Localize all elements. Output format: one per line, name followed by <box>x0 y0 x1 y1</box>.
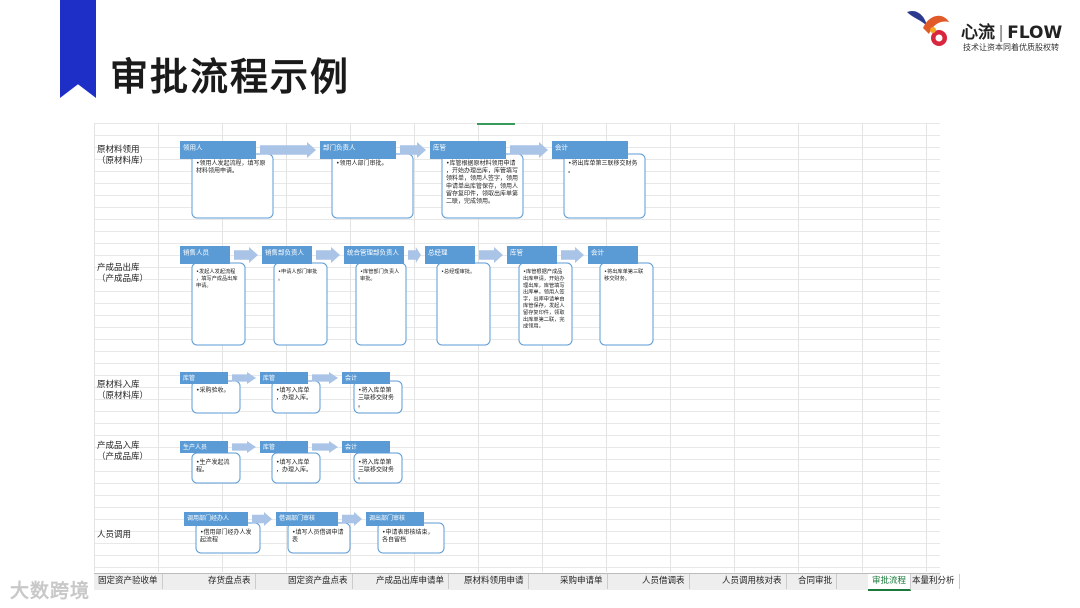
step-desc-line: 字，出库申请单由 <box>523 294 565 302</box>
step-desc-line: 留存复印件，领取 <box>523 308 565 316</box>
step-desc-line: 表 <box>292 536 298 544</box>
logo-tagline: 技术让资本同着优质股权转 <box>963 43 1059 52</box>
step-desc-line: ，办理入库。 <box>276 466 312 474</box>
sheet-tab-bar: 固定资产验收单 存货盘点表 固定资产盘点表 产成品出库申请单 原材料领用申请 采购申请单 人… <box>94 573 960 591</box>
step-desc-line: •填写入库单 <box>276 458 310 466</box>
step-desc-line: 理出库，库管填写 <box>523 281 565 289</box>
sheet-tab[interactable]: 固定资产盘点表 <box>284 574 353 589</box>
step-desc-line: •将入库单第 <box>358 386 392 394</box>
step-desc-box <box>436 262 491 346</box>
step-desc-line: 申请。 <box>196 281 212 289</box>
step-desc-line: •库管根据产成品 <box>523 267 562 275</box>
step-role-label: 生产人员 <box>183 443 207 451</box>
step-desc-line: ，填写产成品出库 <box>196 274 238 282</box>
flow-arrow <box>408 247 421 263</box>
step-role-label: 统合管理部负责人 <box>347 248 400 257</box>
step-desc-line: •将入库单第 <box>358 458 392 466</box>
step-desc-line: 出库单第二联，完 <box>523 315 565 323</box>
step-desc-line: •发起人发起流程 <box>196 267 235 275</box>
step-desc-line: 出库申请，开始办 <box>523 274 565 282</box>
sheet-tab[interactable]: 固定资产验收单 <box>94 574 163 589</box>
step-desc-line: 审批。 <box>360 274 376 282</box>
step-desc-line: 二联，完成领用。 <box>446 197 494 205</box>
step-desc-line: 起流程 <box>200 536 218 544</box>
step-desc-line: •申请表审核结束， <box>382 528 434 536</box>
step-desc-line: •采购验收。 <box>196 386 230 394</box>
step-desc-line: 成领用。 <box>523 322 544 330</box>
brand-logo: 心流 | FLOW 技术让资本同着优质股权转 <box>903 6 1073 52</box>
step-desc-line: 申请单出库管保存，领用人 <box>446 182 518 190</box>
step-desc-line: •总经理审批。 <box>441 267 475 275</box>
step-role-label: 会计 <box>345 374 357 382</box>
step-desc-line: ，办理入库。 <box>276 394 312 402</box>
step-desc-line: 三联移交财务 <box>358 394 394 402</box>
flow-arrow <box>479 247 503 263</box>
step-role-label: 销售人员 <box>183 248 210 257</box>
step-desc-line: •填写入库单 <box>276 386 310 394</box>
flow-arrow <box>312 441 338 453</box>
step-role-label: 会计 <box>591 248 605 257</box>
step-desc-line: 库管保存，发起人 <box>523 301 565 309</box>
step-role-label: 部门负责人 <box>323 143 356 152</box>
flow-arrow <box>561 247 584 263</box>
step-desc-line: 各自留档 <box>382 536 406 544</box>
step-desc-line: 材料领用申请。 <box>196 167 238 175</box>
flow-arrow <box>234 247 258 263</box>
step-role-label: 销售部负责人 <box>265 248 305 257</box>
watermark: 大数跨境 <box>10 580 91 602</box>
sheet-tab[interactable]: 原材料领用申请 <box>460 574 529 589</box>
process-flow-diagram: 领用人•领用人发起流程，填写原材料领用申请。部门负责人•领用人部门审批。库管•库… <box>180 141 654 554</box>
step-desc-line: •库管根据原材料领用申请 <box>446 159 516 167</box>
step-role-label: 会计 <box>555 143 569 152</box>
step-role-label: 借调部门审核 <box>279 514 315 522</box>
logo-brand-en: FLOW <box>1007 23 1063 43</box>
flow-logo-icon <box>907 10 949 46</box>
step-desc-box <box>191 380 241 414</box>
sheet-tab[interactable]: 采购申请单 <box>556 574 608 589</box>
step-desc-line: 三联移交财务 <box>358 466 394 474</box>
step-desc-line: •申请人部门审批 <box>278 267 317 275</box>
step-desc-line: •将出库单第三联移交财务 <box>568 159 638 167</box>
step-role-label: 调用部门经办人 <box>187 514 229 522</box>
step-desc-line: ，开始办理出库，库管填写 <box>446 167 518 175</box>
sheet-tab[interactable]: 合同审批 <box>794 574 838 589</box>
step-desc-line: 。 <box>358 474 364 481</box>
step-role-label: 库管 <box>263 443 275 451</box>
step-desc-line: •生产发起流 <box>196 458 230 466</box>
step-desc-line: 。 <box>568 168 574 175</box>
title-bookmark-accent <box>60 0 96 98</box>
step-desc-line: 。 <box>278 276 283 282</box>
step-desc-line: •领用人部门审批。 <box>336 159 388 167</box>
sheet-tab[interactable]: 人员借调表 <box>638 574 690 589</box>
step-role-label: 库管 <box>183 374 195 382</box>
slide-title: 审批流程示例 <box>110 55 351 99</box>
sheet-tab[interactable]: 存货盘点表 <box>204 574 256 589</box>
step-role-label: 会计 <box>345 443 357 451</box>
sheet-tab[interactable]: 人员调用核对表 <box>718 574 787 589</box>
step-desc-line: 。 <box>358 402 364 409</box>
step-desc-line: 领料单，领用人签字，领用 <box>446 174 518 182</box>
step-role-label: 总经理 <box>428 248 448 257</box>
step-role-label: 库管 <box>510 248 524 257</box>
step-desc-line: 程。 <box>196 466 208 474</box>
logo-brand: 心流 <box>961 23 995 43</box>
step-role-label: 库管 <box>433 143 447 152</box>
step-desc-line: 移交财务。 <box>604 274 630 282</box>
step-role-label: 调出部门审核 <box>369 514 405 522</box>
step-role-label: 库管 <box>263 374 275 382</box>
step-desc-line: •借用部门经办人发 <box>200 528 252 536</box>
sheet-tab[interactable]: 审批流程 <box>868 574 912 591</box>
step-desc-line: •领用人发起流程，填写原 <box>196 159 266 167</box>
step-desc-line: 留存复印件，领取出库单第 <box>446 189 518 197</box>
sheet-tab[interactable]: 本量利分析 <box>908 574 960 589</box>
flow-arrow <box>316 247 340 263</box>
step-desc-line: 出库单，领用人签 <box>523 288 565 296</box>
sheet-tab[interactable]: 产成品出库申请单 <box>372 574 450 589</box>
step-role-label: 领用人 <box>183 143 203 152</box>
flow-arrow <box>232 441 256 453</box>
step-desc-line: •填写人员借调申请 <box>292 528 344 536</box>
step-desc-line: •将出库单第三联 <box>604 267 643 275</box>
spreadsheet-grid[interactable]: 原材料领用 （原材料库） 产成品出库 （产成品库） 原材料入库 （原材料库） 产… <box>94 123 940 572</box>
step-desc-line: •库管部门负责人 <box>360 267 399 275</box>
